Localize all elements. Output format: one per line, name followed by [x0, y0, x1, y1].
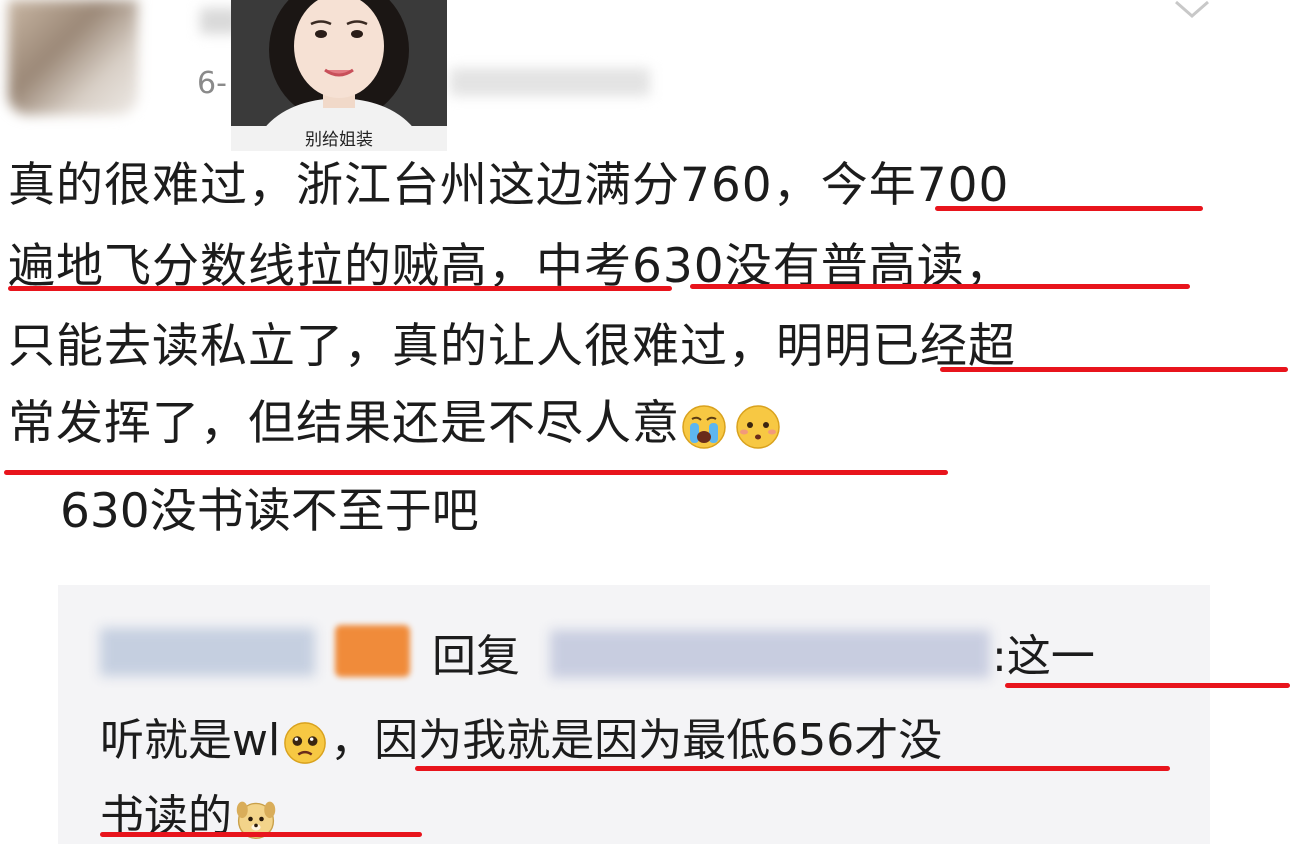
sub-reply-line-2-tail: ，因为我就是因为最低656才没 [330, 715, 943, 766]
comment-line-3: 只能去读私立了，真的让人很难过，明明已经超 [8, 319, 1016, 374]
comment-line-4-text: 常发挥了，但结果还是不尽人意 [8, 396, 680, 451]
sub-reply-line-2: 听就是wl ，因为我就是因为最低656才没 [100, 712, 942, 770]
crying-face-icon [682, 404, 726, 449]
highlight-underline [8, 286, 672, 291]
highlight-underline [1005, 683, 1290, 688]
highlight-underline [690, 284, 1190, 289]
highlight-underline [935, 206, 1203, 211]
photo-caption: 别给姐装 [305, 130, 373, 150]
post-date: 6- [197, 66, 227, 101]
user-avatar[interactable] [8, 0, 138, 115]
highlight-underline [100, 832, 422, 837]
pleading-face-icon [736, 404, 780, 449]
mention-username-blurred[interactable] [550, 630, 990, 678]
sub-reply-line-3: 书读的 [100, 788, 278, 846]
highlight-underline [940, 367, 1288, 372]
reply-text: 630没书读不至于吧 [60, 484, 479, 539]
post-date-blurred [450, 68, 650, 96]
sub-reply-line-1-tail: :这一 [992, 631, 1095, 682]
highlight-underline [415, 766, 1170, 771]
pleading-face-icon [284, 722, 327, 764]
chevron-down-icon[interactable] [1172, 0, 1212, 20]
reply-word: 回复 [432, 631, 520, 682]
highlight-underline [4, 470, 948, 475]
user-badge-blurred [335, 625, 410, 677]
profile-photo: 别给姐装 [231, 0, 447, 151]
comment-line-1: 真的很难过，浙江台州这边满分760，今年700 [8, 158, 1010, 213]
reply-username-blurred[interactable] [100, 628, 315, 676]
comment-line-4: 常发挥了，但结果还是不尽人意 [8, 394, 782, 454]
sub-reply-line-2-start: 听就是wl [100, 715, 281, 766]
